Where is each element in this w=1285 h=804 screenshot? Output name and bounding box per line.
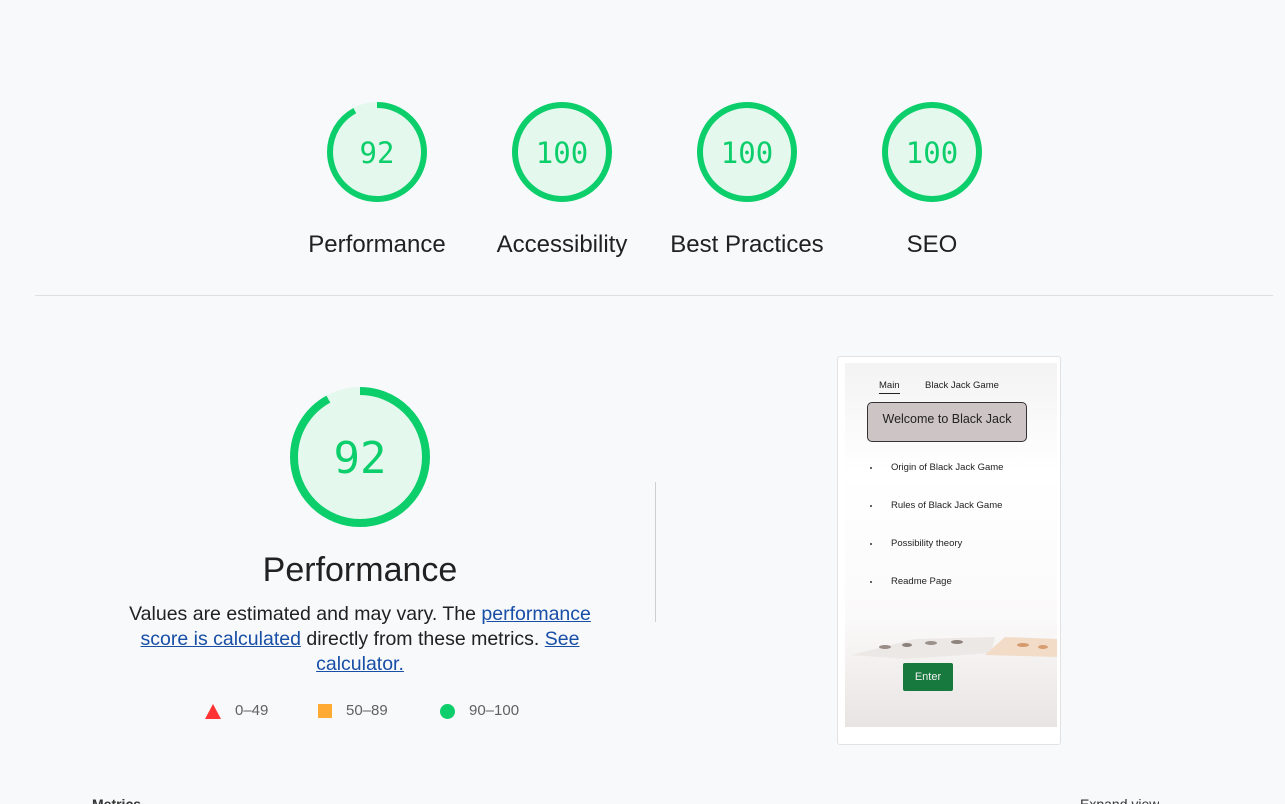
triangle-icon (205, 703, 221, 719)
performance-description: Values are estimated and may vary. The p… (115, 602, 605, 677)
circle-icon (440, 703, 455, 719)
gauge-seo[interactable]: 100 SEO (842, 100, 1022, 260)
screenshot-list: Origin of Black Jack Game Rules of Black… (845, 461, 1057, 613)
list-item: Readme Page (845, 575, 1057, 613)
final-screenshot[interactable]: Main Black Jack Game Welcome to Black Ja… (837, 356, 1061, 745)
gauge-label: Best Practices (670, 231, 824, 258)
performance-gauge: 92 (290, 387, 430, 527)
gauge-score: 100 (906, 136, 958, 170)
description-text: directly from these metrics. (300, 628, 545, 650)
list-item: Origin of Black Jack Game (845, 461, 1057, 499)
gauge-accessibility[interactable]: 100 Accessibility (472, 100, 652, 260)
performance-score: 92 (334, 433, 387, 484)
playing-cards-image (851, 637, 1057, 659)
performance-title: Performance (262, 551, 458, 589)
gauge-best-practices[interactable]: 100 Best Practices (657, 100, 837, 260)
screenshot-image: Main Black Jack Game Welcome to Black Ja… (845, 363, 1057, 727)
square-icon (318, 704, 332, 719)
vertical-separator (655, 482, 656, 622)
section-divider (35, 295, 1273, 296)
metrics-heading: Metrics (92, 796, 142, 804)
legend-range: 90–100 (469, 702, 520, 719)
description-text: Values are estimated and may vary. The (129, 603, 482, 625)
gauge-score: 92 (360, 136, 395, 170)
gauge-label: Accessibility (496, 231, 628, 258)
gauge-label: SEO (906, 231, 958, 258)
gauge-ring: 100 (697, 102, 797, 202)
gauge-label: Performance (308, 231, 446, 258)
expand-view-toggle[interactable]: Expand view (1080, 796, 1159, 804)
performance-summary: 92 Performance Values are estimated and … (100, 384, 620, 677)
gauge-ring: 100 (882, 102, 982, 202)
legend-fail: 0–49 (205, 700, 268, 722)
legend-pass: 90–100 (440, 700, 519, 722)
list-item: Rules of Black Jack Game (845, 499, 1057, 537)
list-item: Possibility theory (845, 537, 1057, 575)
score-legend: 0–49 50–89 90–100 (205, 700, 545, 722)
screenshot-enter-button: Enter (903, 663, 953, 691)
legend-average: 50–89 (318, 700, 388, 722)
gauge-ring: 100 (512, 102, 612, 202)
legend-range: 0–49 (235, 702, 269, 719)
gauge-ring: 92 (327, 102, 427, 202)
category-scores: 92 Performance 100 Accessibility 100 Bes… (0, 0, 1285, 296)
screenshot-nav-game: Black Jack Game (925, 380, 999, 391)
screenshot-nav-main: Main (879, 380, 900, 394)
gauge-score: 100 (536, 136, 588, 170)
screenshot-welcome-box: Welcome to Black Jack (867, 402, 1027, 442)
legend-range: 50–89 (346, 702, 388, 719)
gauge-performance[interactable]: 92 Performance (287, 100, 467, 260)
gauge-score: 100 (721, 136, 773, 170)
